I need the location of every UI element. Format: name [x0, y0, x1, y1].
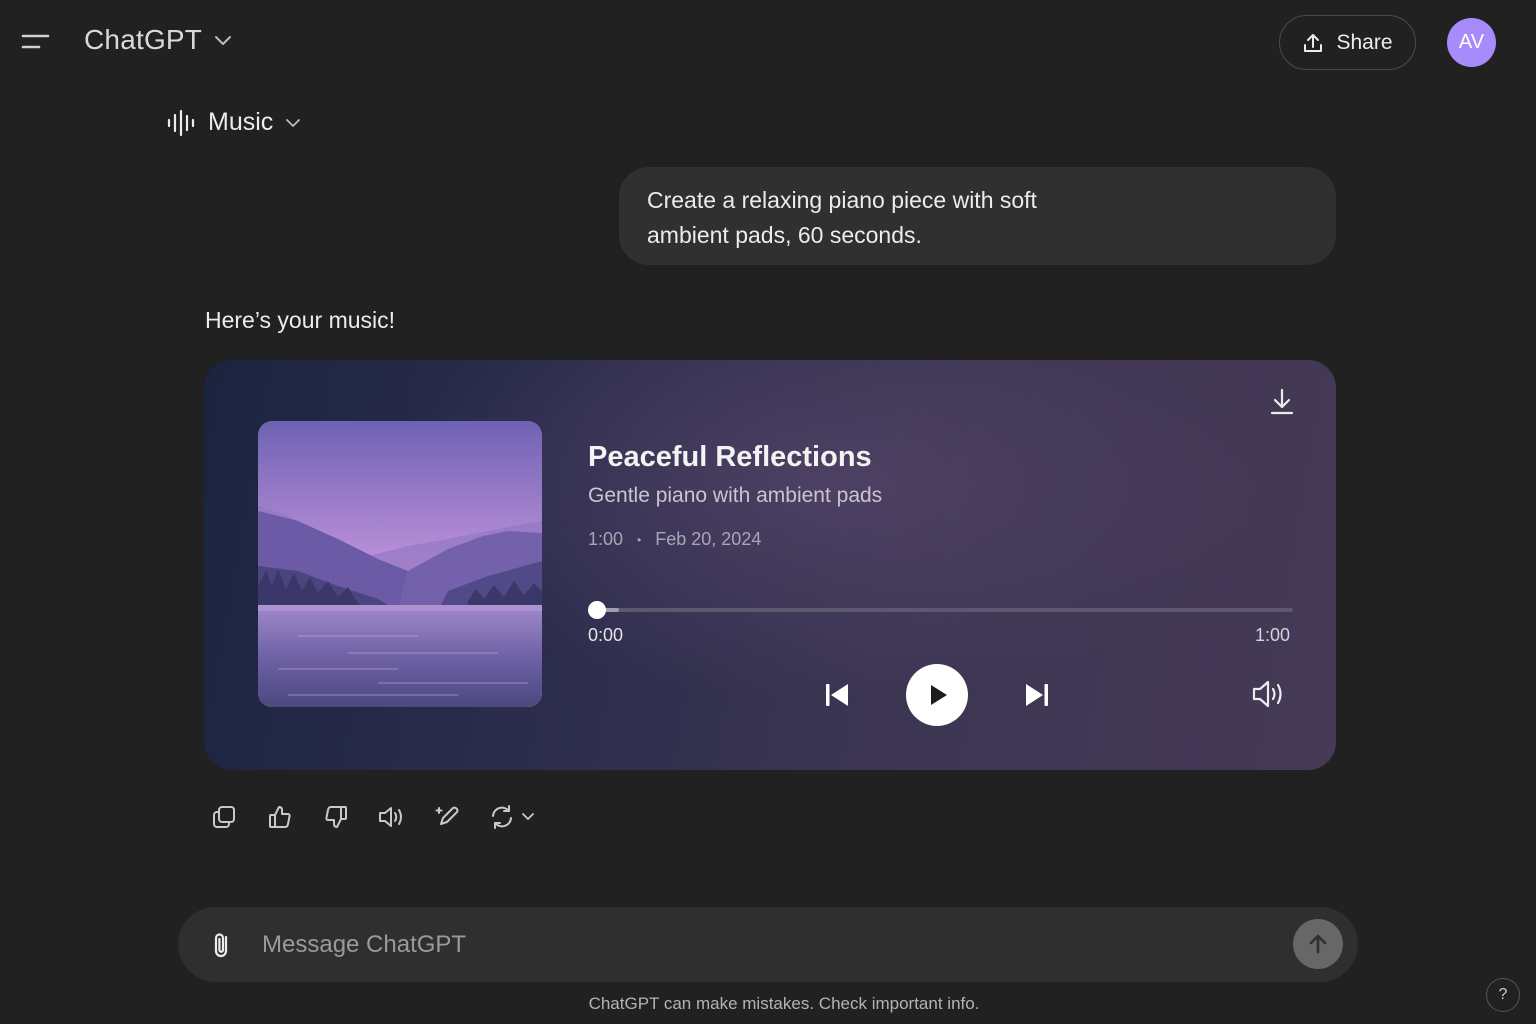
message-actions	[209, 802, 535, 832]
chevron-down-icon	[522, 813, 534, 820]
read-aloud-icon	[379, 807, 402, 827]
avatar-initials: AV	[1458, 31, 1485, 53]
arrow-up-icon	[1309, 934, 1327, 954]
skip-previous-icon	[826, 684, 848, 706]
paperclip-icon	[214, 933, 228, 958]
assistant-message: Here’s your music!	[205, 307, 396, 333]
model-label: Music	[208, 108, 274, 136]
track-subtitle: Gentle piano with ambient pads	[588, 484, 883, 507]
edit-button[interactable]	[433, 802, 463, 832]
sidebar-toggle-button[interactable]	[20, 30, 52, 54]
copy-button[interactable]	[209, 802, 239, 832]
volume-button[interactable]	[1251, 678, 1287, 710]
thumbs-down-icon	[325, 806, 347, 828]
regenerate-button[interactable]	[489, 804, 535, 830]
read-aloud-button[interactable]	[377, 802, 407, 832]
share-icon	[1304, 33, 1323, 52]
chevron-down-icon	[215, 36, 232, 45]
track-date: Feb 20, 2024	[655, 529, 762, 549]
album-art	[258, 421, 542, 707]
message-input[interactable]	[262, 925, 1262, 965]
waveform-icon	[167, 109, 195, 136]
progress-thumb[interactable]	[588, 601, 606, 619]
time-current: 0:00	[588, 625, 624, 645]
play-icon	[931, 685, 947, 705]
music-mode-selector[interactable]: Music	[166, 108, 301, 137]
user-message: Create a relaxing piano piece with soft …	[619, 167, 1336, 265]
progress-bar[interactable]	[588, 601, 1293, 619]
model-switcher[interactable]: ChatGPT	[84, 24, 232, 56]
thumbs-up-icon	[269, 806, 291, 828]
avatar[interactable]: AV	[1447, 18, 1496, 67]
regenerate-icon	[492, 805, 512, 829]
chevron-down-icon	[286, 119, 301, 127]
edit-icon	[435, 806, 459, 825]
volume-icon	[1252, 680, 1282, 708]
help-button[interactable]: ?	[1486, 978, 1520, 1012]
message-composer	[178, 907, 1358, 982]
track-title: Peaceful Reflections	[588, 441, 872, 473]
user-message-line: Create a relaxing piano piece with soft	[647, 187, 1037, 213]
music-player-card: Peaceful Reflections Gentle piano with a…	[204, 360, 1336, 770]
download-button[interactable]	[1267, 386, 1297, 418]
thumbs-up-button[interactable]	[265, 802, 295, 832]
skip-next-icon	[1026, 684, 1048, 706]
copy-icon	[213, 806, 235, 828]
time-total: 1:00	[1255, 625, 1291, 645]
previous-track-button[interactable]	[822, 680, 852, 710]
send-button[interactable]	[1293, 919, 1343, 969]
download-icon	[1270, 388, 1294, 415]
menu-icon	[21, 34, 50, 49]
thumbs-down-button[interactable]	[321, 802, 351, 832]
user-message-line: ambient pads, 60 seconds.	[647, 222, 922, 248]
share-label: Share	[1336, 30, 1393, 54]
disclaimer: ChatGPT can make mistakes. Check importa…	[588, 994, 980, 1013]
track-meta: 1:00 • Feb 20, 2024	[588, 529, 761, 550]
help-label: ?	[1498, 986, 1508, 1003]
attach-button[interactable]	[208, 929, 236, 961]
track-duration: 1:00	[588, 529, 624, 549]
meta-separator: •	[637, 532, 642, 547]
next-track-button[interactable]	[1022, 680, 1052, 710]
play-button[interactable]	[906, 664, 968, 726]
share-button[interactable]: Share	[1279, 15, 1416, 70]
app-title: ChatGPT	[84, 24, 203, 55]
